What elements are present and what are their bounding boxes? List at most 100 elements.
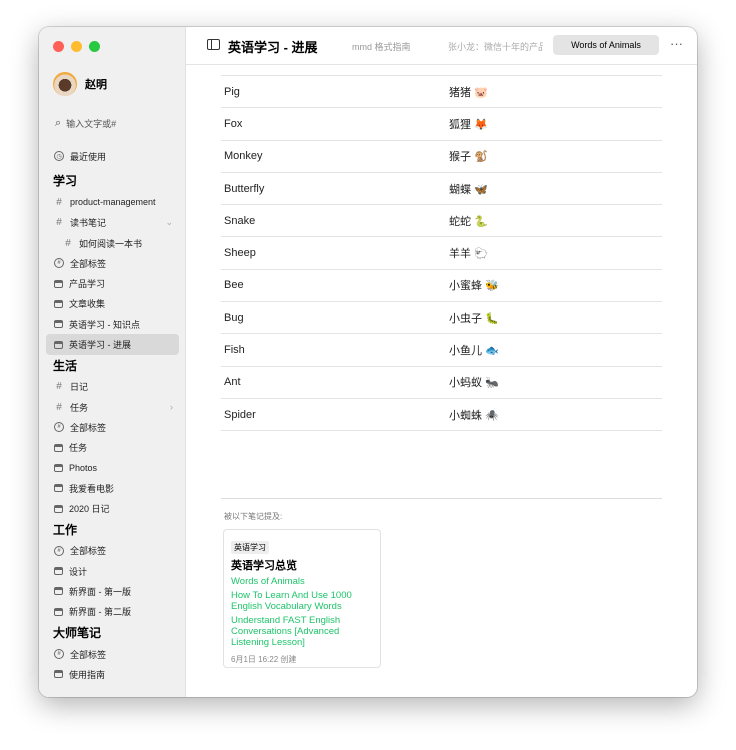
section-heading[interactable]: 大师笔记 — [46, 622, 179, 644]
sidebar-item[interactable]: # 全部标签 — [46, 253, 179, 273]
english-cell[interactable]: Ant — [221, 376, 449, 388]
sidebar-item[interactable]: # 日记 — [46, 377, 179, 397]
user-name: 赵明 — [85, 79, 107, 91]
sidebar-item-label: 任务 — [70, 402, 89, 413]
sidebar-item[interactable]: 新界面 - 第二版 — [46, 602, 179, 622]
sidebar-toggle-icon[interactable] — [207, 39, 220, 50]
sidebar-item[interactable]: 英语学习 - 进展 — [46, 334, 179, 355]
link[interactable]: Words of Animals — [231, 576, 373, 587]
chinese-cell[interactable]: 小蜜蜂 🐝 — [449, 277, 499, 293]
tab-zhangxiaolong[interactable]: 张小龙：微信十年的产品思考 — [448, 40, 543, 53]
sidebar-item[interactable]: 2020 日记 — [46, 498, 179, 518]
english-cell[interactable]: Sheep — [221, 247, 449, 259]
clock-icon: ◷ — [54, 151, 64, 162]
tray-icon — [54, 443, 63, 452]
sidebar-item[interactable]: 文章收集 — [46, 294, 179, 314]
sidebar-item[interactable]: 设计 — [46, 561, 179, 581]
sidebar-item-label: 如何阅读一本书 — [79, 238, 143, 249]
user-profile[interactable]: 赵明 — [53, 72, 107, 96]
tray-icon — [54, 340, 63, 349]
chinese-cell[interactable]: 小蚂蚁 🐜 — [449, 374, 499, 390]
table-row: Butterfly 蝴蝶 🦋 — [221, 173, 662, 206]
tray-icon — [54, 504, 63, 513]
tray-icon — [54, 279, 63, 288]
sidebar-item[interactable]: # product-management — [46, 192, 179, 212]
table-row: Fish 小鱼儿 🐟 — [221, 334, 662, 367]
sidebar-item[interactable]: 新界面 - 第一版 — [46, 581, 179, 601]
chinese-cell[interactable]: 蝴蝶 🦋 — [449, 181, 488, 197]
chinese-cell[interactable]: 小蜘蛛 🕷️ — [449, 407, 499, 423]
chinese-cell[interactable]: 羊羊 🐑 — [449, 245, 488, 261]
hash-icon: # — [56, 217, 62, 229]
english-cell[interactable]: Spider — [221, 409, 449, 421]
english-cell[interactable]: Fish — [221, 344, 449, 356]
section-heading[interactable]: 学习 — [46, 170, 179, 192]
english-cell[interactable]: Bug — [221, 312, 449, 324]
all-tags-icon: # — [54, 422, 64, 433]
chinese-cell[interactable]: 小鱼儿 🐟 — [449, 342, 499, 358]
minimize-button[interactable] — [71, 41, 82, 52]
sidebar-item[interactable]: # 如何阅读一本书 — [46, 233, 179, 253]
sidebar-item[interactable]: # 读书笔记 ⌄ — [46, 213, 179, 233]
table-row: Bee 小蜜蜂 🐝 — [221, 270, 662, 303]
sidebar-item[interactable]: Photos — [46, 458, 179, 478]
search-input[interactable]: ⌕ 输入文字或# — [55, 117, 116, 130]
tab-mmd[interactable]: mmd 格式指南 — [352, 40, 411, 53]
table-row: Bug 小虫子 🐛 — [221, 302, 662, 335]
tab-words-of-animals[interactable]: Words of Animals — [553, 35, 659, 55]
app-window: 赵明 ⌕ 输入文字或# ◷ 最近使用 学习 # product-management… — [39, 27, 697, 697]
tray-icon — [54, 567, 63, 576]
more-icon[interactable]: ··· — [670, 36, 683, 51]
all-tags-icon: # — [54, 258, 64, 269]
sidebar-item-label: 读书笔记 — [70, 218, 107, 229]
english-cell[interactable]: Butterfly — [221, 183, 449, 195]
table-row: Monkey 猴子 🐒 — [221, 141, 662, 173]
created-date: 6月1日 16:22 创建 — [231, 655, 297, 664]
hash-icon: # — [56, 401, 62, 413]
sidebar-item[interactable]: 任务 — [46, 438, 179, 458]
sidebar-item[interactable]: 英语学习 - 知识点 — [46, 314, 179, 334]
chevron-right-icon[interactable]: › — [170, 402, 173, 412]
chinese-cell[interactable]: 蛇蛇 🐍 — [449, 213, 488, 229]
card-title[interactable]: 英语学习总览 — [231, 557, 373, 573]
sidebar-item[interactable]: # 全部标签 — [46, 541, 179, 561]
sidebar-item[interactable]: # 全部标签 — [46, 417, 179, 437]
sidebar-item-label: 产品学习 — [69, 279, 106, 290]
page-title: 英语学习 - 进展 — [228, 40, 318, 55]
search-placeholder: 输入文字或# — [66, 119, 117, 129]
section-heading[interactable]: 生活 — [46, 355, 179, 377]
chinese-cell[interactable]: 猴子 🐒 — [449, 148, 488, 164]
section-heading[interactable]: 工作 — [46, 519, 179, 541]
sidebar-item[interactable]: 我爱看电影 — [46, 478, 179, 498]
table-row: Sheep 羊羊 🐑 — [221, 237, 662, 270]
table-row: Fox 狐狸 🦊 — [221, 108, 662, 141]
sidebar-item-label: 全部标签 — [70, 649, 107, 660]
english-cell[interactable]: Bee — [221, 279, 449, 291]
table-row: Spider 小蜘蛛 🕷️ — [221, 399, 662, 432]
backlink-card[interactable]: 英语学习 英语学习总览 Words of Animals How To Lear… — [223, 529, 381, 668]
sidebar-item[interactable]: # 全部标签 — [46, 644, 179, 664]
english-cell[interactable]: Monkey — [221, 150, 449, 162]
chinese-cell[interactable]: 小虫子 🐛 — [449, 310, 499, 326]
close-button[interactable] — [53, 41, 64, 52]
sidebar-item[interactable]: 使用指南 — [46, 664, 179, 684]
chinese-cell[interactable]: 猪猪 🐷 — [449, 84, 488, 100]
english-cell[interactable]: Snake — [221, 215, 449, 227]
sidebar-item-label: 任务 — [69, 443, 88, 454]
sidebar-item-label: 最近使用 — [70, 151, 107, 162]
all-tags-icon: # — [54, 545, 64, 556]
chinese-cell[interactable]: 狐狸 🦊 — [449, 116, 488, 132]
tag[interactable]: 英语学习 — [231, 541, 269, 554]
english-cell[interactable]: Fox — [221, 118, 449, 130]
chevron-down-icon[interactable]: ⌄ — [165, 217, 173, 228]
sidebar-item[interactable]: # 任务 › — [46, 397, 179, 417]
sidebar-item-label: 2020 日记 — [69, 504, 110, 515]
zoom-button[interactable] — [89, 41, 100, 52]
sidebar-item-recent[interactable]: ◷ 最近使用 — [46, 146, 179, 166]
link[interactable]: How To Learn And Use 1000 English Vocabu… — [231, 590, 373, 612]
tray-icon — [54, 484, 63, 493]
link[interactable]: Understand FAST English Conversations [A… — [231, 615, 373, 648]
sidebar-item-label: Photos — [69, 463, 98, 473]
sidebar-item[interactable]: 产品学习 — [46, 273, 179, 293]
english-cell[interactable]: Pig — [221, 86, 449, 98]
